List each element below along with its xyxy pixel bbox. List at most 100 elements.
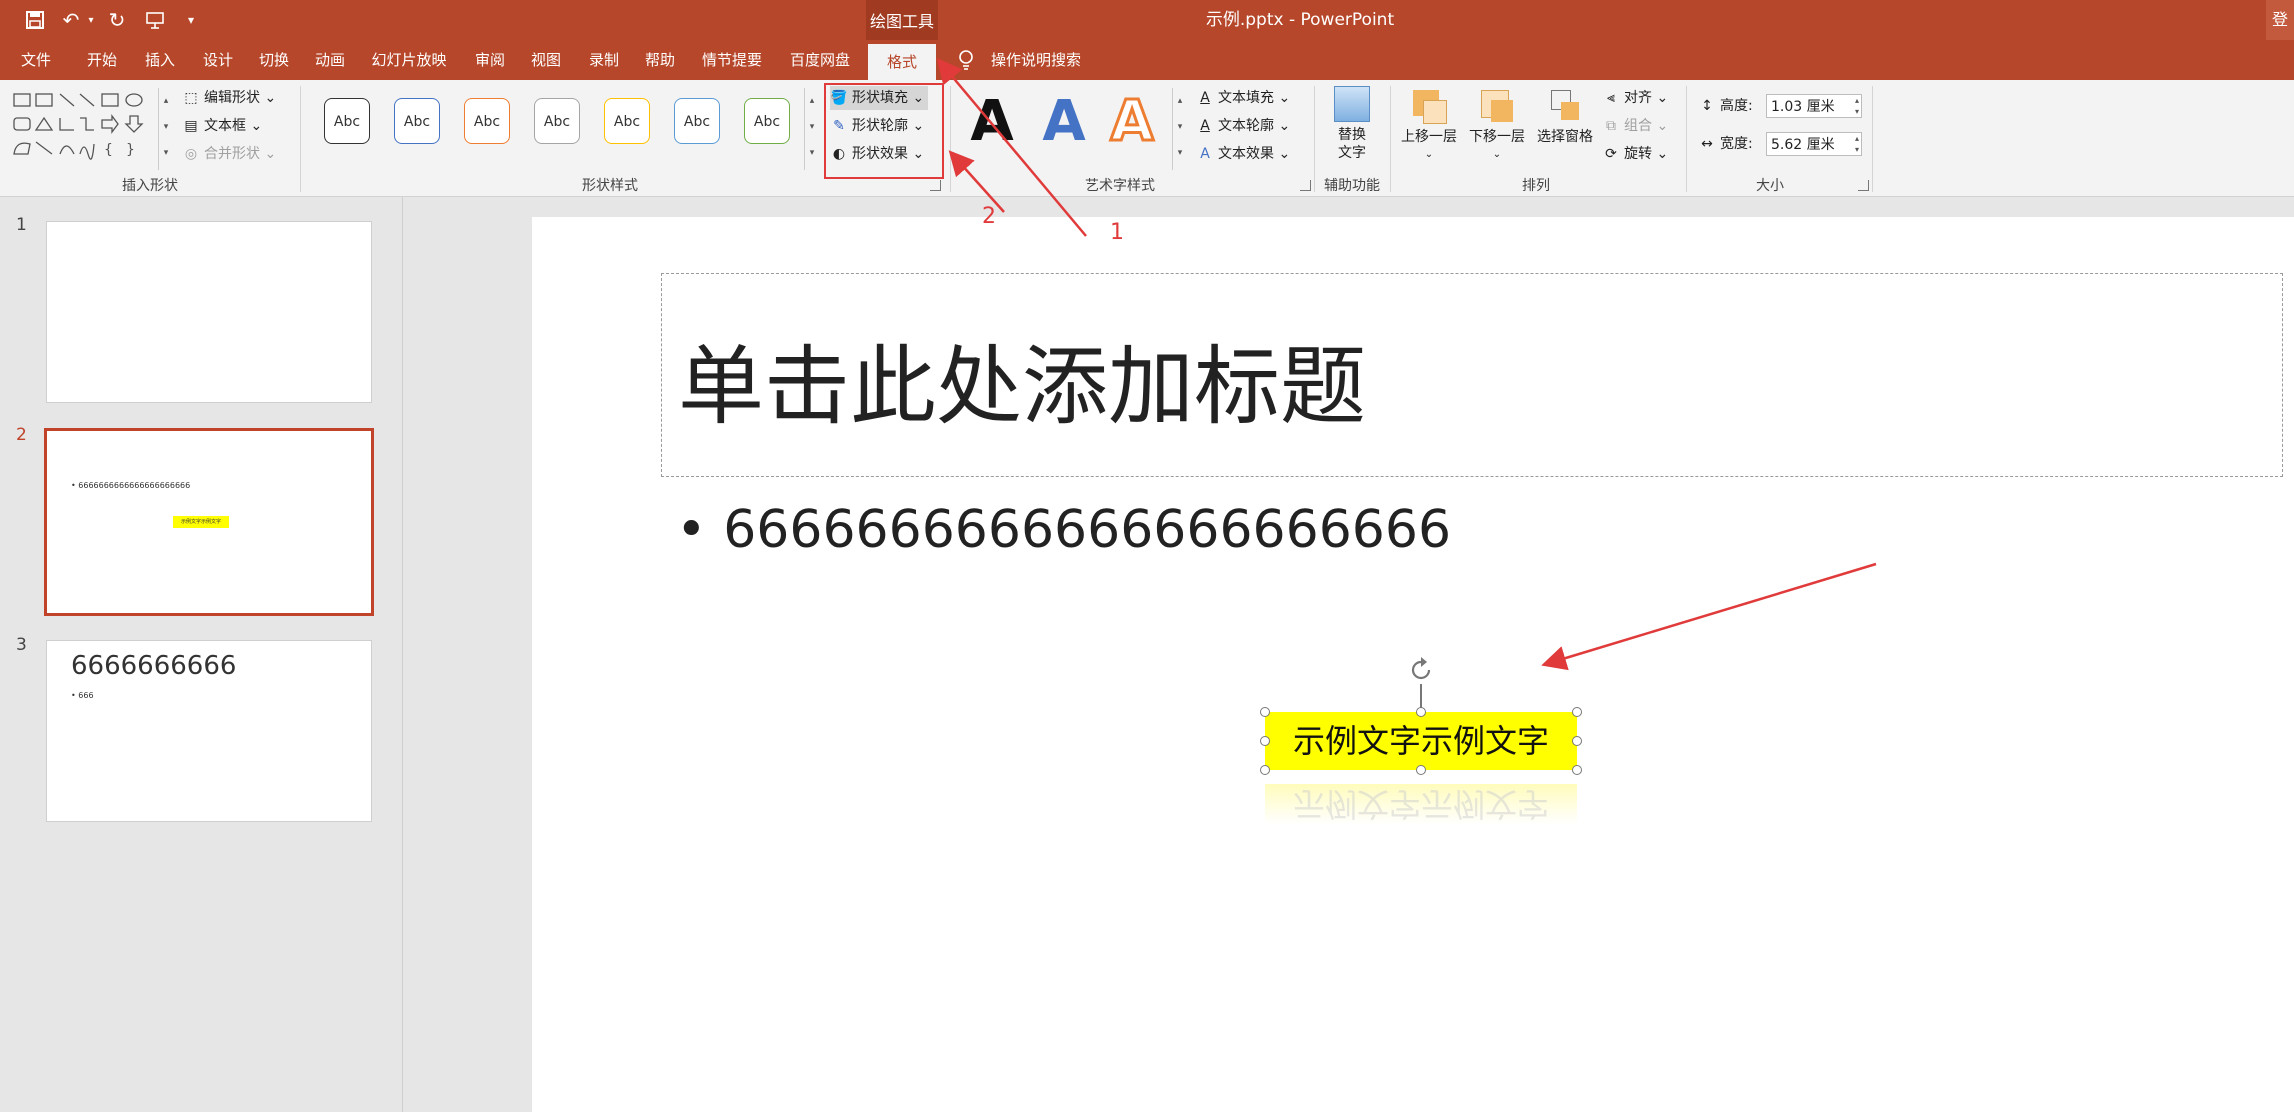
slide-thumbnail-2[interactable]: • 6666666666666666666666 示例文字示例文字: [44, 428, 374, 616]
rotate-icon: ⟳: [1605, 146, 1617, 162]
tab-format[interactable]: 格式: [868, 44, 936, 80]
alt-text-icon: [1334, 86, 1370, 122]
wordart-styles-group-label: 艺术字样式: [1085, 178, 1155, 194]
shape-style-thumb[interactable]: Abc: [464, 98, 510, 144]
ribbon: {} ▴ ▾ ▾ ⬚ 编辑形状 ⌄ ▤ 文本框 ⌄ ◎ 合并形状 ⌄ 插入形状 Abc Ab…: [0, 80, 2294, 197]
undo-dropdown-icon[interactable]: ▾: [84, 6, 98, 34]
height-input[interactable]: 1.03 厘米 ▴ ▾: [1766, 94, 1862, 118]
annotation-label-1: 1: [1110, 220, 1124, 245]
present-icon[interactable]: [140, 6, 170, 34]
text-fill-button[interactable]: A 文本填充 ⌄: [1196, 86, 1290, 110]
redo-icon[interactable]: ↻: [102, 6, 132, 34]
width-spinner-icon[interactable]: ▴ ▾: [1855, 133, 1859, 155]
ribbon-tab-bar: 文件 开始 插入 设计 切换 动画 幻灯片放映 审阅 视图 录制 帮助 情节提要…: [0, 40, 2294, 80]
text-box-button[interactable]: ▤ 文本框 ⌄: [182, 114, 262, 138]
wordart-styles-launcher-icon[interactable]: [1300, 180, 1311, 191]
shape-style-thumb[interactable]: Abc: [324, 98, 370, 144]
title-placeholder[interactable]: 单击此处添加标题: [661, 273, 2283, 477]
tab-storyboard[interactable]: 情节提要: [696, 40, 768, 80]
group-icon: ⧉: [1606, 118, 1616, 134]
group-button[interactable]: ⧉ 组合 ⌄: [1602, 114, 1668, 138]
tab-file[interactable]: 文件: [8, 40, 64, 80]
svg-text:{: {: [104, 142, 113, 158]
tab-baidu-netdisk[interactable]: 百度网盘: [782, 40, 858, 80]
size-launcher-icon[interactable]: [1858, 180, 1869, 191]
rotate-handle-icon[interactable]: [1407, 656, 1435, 684]
content-bullet[interactable]: • 6666666666666666666666: [676, 500, 1451, 560]
drawing-tools-context-label: 绘图工具: [866, 0, 938, 40]
resize-handle[interactable]: [1260, 707, 1270, 717]
text-outline-button[interactable]: A 文本轮廓 ⌄: [1196, 114, 1290, 138]
tab-help[interactable]: 帮助: [636, 40, 684, 80]
shape-style-thumb[interactable]: Abc: [534, 98, 580, 144]
shape-styles-launcher-icon[interactable]: [930, 180, 941, 191]
bring-forward-button[interactable]: 上移一层 ⌄: [1396, 86, 1462, 172]
title-bar: ↶ ▾ ↻ ▾ 绘图工具 示例.pptx - PowerPoint 登: [0, 0, 2294, 40]
tab-insert[interactable]: 插入: [136, 40, 184, 80]
ribbon-separator: [1390, 86, 1391, 192]
tell-me-search[interactable]: 操作说明搜索: [986, 40, 1086, 80]
shape-style-thumb[interactable]: Abc: [674, 98, 720, 144]
resize-handle[interactable]: [1572, 736, 1582, 746]
tab-record[interactable]: 录制: [580, 40, 628, 80]
tab-transitions[interactable]: 切换: [250, 40, 298, 80]
height-label: ↕ 高度:: [1698, 94, 1753, 118]
customize-icon[interactable]: ▾: [176, 6, 206, 34]
shape-outline-button[interactable]: ✎ 形状轮廓 ⌄: [830, 114, 924, 138]
slide-thumbnail-3[interactable]: 6666666666 • 666: [46, 640, 372, 822]
resize-handle[interactable]: [1416, 707, 1426, 717]
text-box-reflection: 示例文字示例文字: [1265, 784, 1577, 824]
alt-text-button[interactable]: 替换 文字: [1326, 86, 1378, 172]
ribbon-separator: [1872, 86, 1873, 192]
shape-style-thumb[interactable]: Abc: [394, 98, 440, 144]
edit-shape-button[interactable]: ⬚ 编辑形状 ⌄: [182, 86, 276, 110]
shape-styles-scroll[interactable]: ▴ ▾ ▾: [804, 88, 819, 170]
pen-icon: ✎: [833, 118, 845, 134]
save-icon[interactable]: [20, 6, 50, 34]
resize-handle[interactable]: [1572, 707, 1582, 717]
slide-number: 3: [16, 635, 27, 655]
shapes-gallery[interactable]: {}: [10, 88, 170, 170]
bring-forward-icon: [1409, 86, 1449, 126]
tab-slideshow[interactable]: 幻灯片放映: [364, 40, 454, 80]
wordart-style-blue[interactable]: A: [1036, 90, 1092, 154]
resize-handle[interactable]: [1572, 765, 1582, 775]
thumb-textbox: 示例文字示例文字: [173, 516, 229, 528]
shape-fill-button[interactable]: 🪣 形状填充 ⌄: [830, 86, 929, 110]
wordart-style-orange-outline[interactable]: A: [1104, 88, 1160, 155]
tab-design[interactable]: 设计: [194, 40, 242, 80]
slide-thumbnail-1[interactable]: [46, 221, 372, 403]
tab-home[interactable]: 开始: [78, 40, 126, 80]
wordart-styles-scroll[interactable]: ▴ ▾ ▾: [1172, 88, 1187, 170]
height-icon: ↕: [1701, 98, 1713, 114]
shape-effects-button[interactable]: ◐ 形状效果 ⌄: [830, 142, 924, 166]
rotate-button[interactable]: ⟳ 旋转 ⌄: [1602, 142, 1668, 166]
window-title: 示例.pptx - PowerPoint: [1205, 10, 1395, 30]
tab-review[interactable]: 审阅: [466, 40, 514, 80]
width-label: ↔ 宽度:: [1698, 132, 1753, 156]
sign-in-button[interactable]: 登: [2266, 0, 2294, 40]
selection-pane-button[interactable]: 选择窗格: [1532, 86, 1598, 172]
resize-handle[interactable]: [1260, 765, 1270, 775]
height-spinner-icon[interactable]: ▴ ▾: [1855, 95, 1859, 117]
text-box-icon: ▤: [184, 118, 198, 134]
resize-handle[interactable]: [1416, 765, 1426, 775]
resize-handle[interactable]: [1260, 736, 1270, 746]
paint-bucket-icon: 🪣: [830, 90, 848, 106]
width-input[interactable]: 5.62 厘米 ▴ ▾: [1766, 132, 1862, 156]
undo-icon[interactable]: ↶: [56, 6, 86, 34]
merge-shapes-icon: ◎: [184, 146, 198, 162]
send-backward-button[interactable]: 下移一层 ⌄: [1464, 86, 1530, 172]
align-button[interactable]: ⫷ 对齐 ⌄: [1602, 86, 1668, 110]
wordart-style-black[interactable]: A: [964, 90, 1020, 154]
text-effects-button[interactable]: A 文本效果 ⌄: [1196, 142, 1290, 166]
shapes-gallery-scroll[interactable]: ▴ ▾ ▾: [158, 88, 173, 170]
tab-view[interactable]: 视图: [522, 40, 570, 80]
shape-style-thumb[interactable]: Abc: [604, 98, 650, 144]
merge-shapes-button[interactable]: ◎ 合并形状 ⌄: [182, 142, 276, 166]
title-placeholder-text: 单击此处添加标题: [678, 337, 1366, 437]
selected-text-box[interactable]: 示例文字示例文字: [1265, 712, 1577, 770]
slide-thumbnail-pane[interactable]: 1 2 • 6666666666666666666666 示例文字示例文字 3 …: [0, 197, 403, 1112]
tab-animations[interactable]: 动画: [306, 40, 354, 80]
shape-style-thumb[interactable]: Abc: [744, 98, 790, 144]
